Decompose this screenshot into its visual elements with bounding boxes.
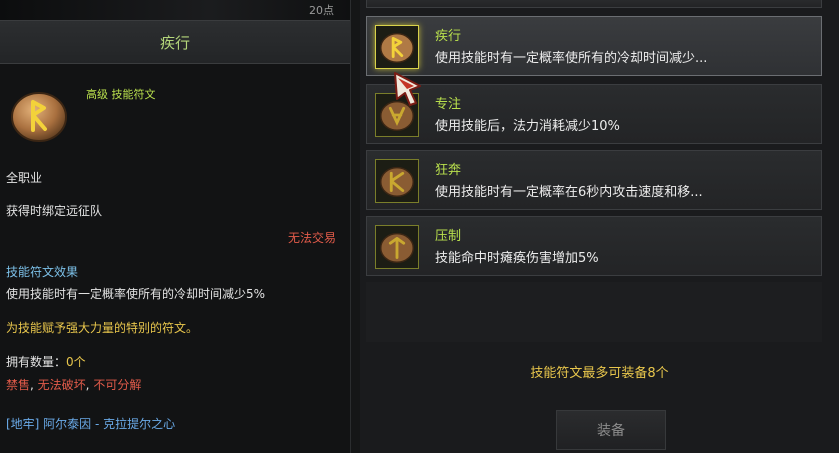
effect-description: 使用技能时有一定概率使所有的冷却时间减少5%: [6, 287, 266, 301]
restriction-no-sale: 禁售: [6, 378, 31, 392]
owned-label: 拥有数量：: [6, 355, 67, 369]
owned-count: 拥有数量：0个: [6, 353, 86, 370]
rune-description: 使用技能时有一定概率使所有的冷却时间减少...: [435, 51, 708, 66]
job-requirement: 全职业: [6, 171, 43, 185]
item-tooltip: 20点 疾行 高级 技能符文 全职业 获得时绑定远征队 无法交易 技能符文效果 …: [0, 0, 351, 453]
restrictions: 禁售, 无法破坏, 不可分解: [6, 378, 142, 392]
owned-value: 0个: [66, 355, 86, 369]
rune-name: 专注: [435, 97, 462, 112]
no-trade-label: 无法交易: [287, 231, 336, 245]
rune-name: 压制: [435, 229, 462, 244]
tooltip-title: 疾行: [159, 33, 190, 52]
top-value: 20点: [309, 4, 334, 17]
equip-button[interactable]: 装备: [556, 410, 666, 450]
rune-list-item[interactable]: 压制 技能命中时瘫痪伤害增加5%: [366, 216, 822, 276]
rune-list-item-partial[interactable]: [366, 0, 822, 8]
rune-list-panel: 疾行 使用技能时有一定概率使所有的冷却时间减少... 专注 使用技能后，法力消耗…: [360, 0, 839, 453]
rune-name: 疾行: [435, 29, 462, 44]
rune-description: 使用技能时有一定概率在6秒内攻击速度和移...: [435, 185, 703, 200]
rune-stone-icon: [375, 225, 419, 269]
rune-stone-icon: [11, 92, 67, 142]
rune-name: 狂奔: [435, 163, 462, 178]
restriction-no-destroy: 无法破坏: [37, 378, 86, 392]
effect-title: 技能符文效果: [6, 265, 79, 279]
dungeon-source: [地牢] 阿尔泰因 - 克拉提尔之心: [6, 417, 176, 431]
flavor-text: 为技能赋予强大力量的特别的符文。: [6, 321, 199, 335]
rune-stone-icon: [375, 159, 419, 203]
bind-info: 获得时绑定远征队: [6, 204, 103, 218]
restriction-no-disassemble: 不可分解: [93, 378, 142, 392]
tooltip-header: 疾行: [0, 20, 350, 64]
mouse-cursor-icon: [394, 72, 421, 106]
rune-description: 使用技能后，法力消耗减少10%: [435, 119, 620, 134]
rune-description: 技能命中时瘫痪伤害增加5%: [435, 251, 599, 266]
rune-list-item[interactable]: 专注 使用技能后，法力消耗减少10%: [366, 84, 822, 144]
rune-list-item[interactable]: 狂奔 使用技能时有一定概率在6秒内攻击速度和移...: [366, 150, 822, 210]
rune-stone-icon: [375, 25, 419, 69]
equip-limit-note: 技能符文最多可装备8个: [530, 366, 669, 381]
empty-list-slot: [366, 282, 822, 342]
rune-list-item-selected[interactable]: 疾行 使用技能时有一定概率使所有的冷却时间减少...: [366, 16, 822, 76]
rune-grade: 高级 技能符文: [86, 88, 156, 101]
tooltip-top-strip: 20点: [0, 0, 350, 20]
